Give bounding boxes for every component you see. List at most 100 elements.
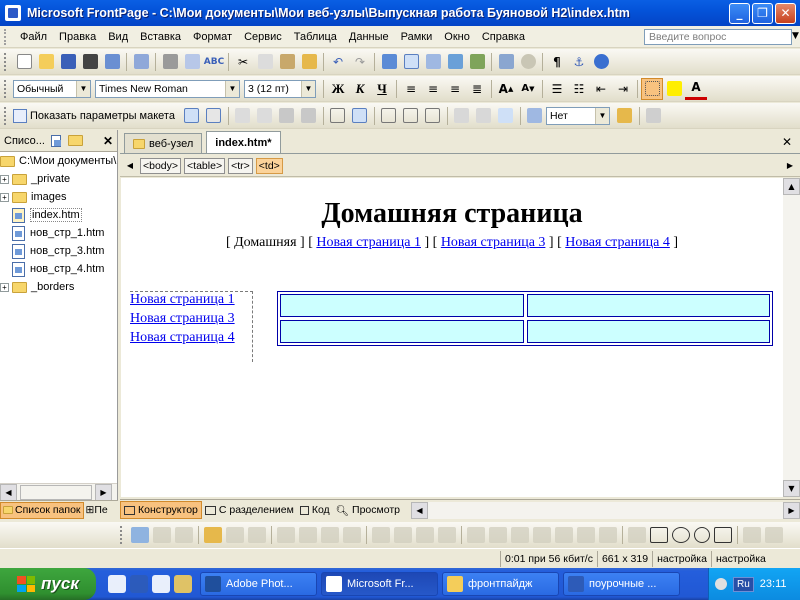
insert-row-button[interactable] bbox=[276, 105, 298, 127]
content-table[interactable] bbox=[277, 291, 773, 346]
position-icon[interactable] bbox=[204, 527, 222, 543]
align-middle-button[interactable] bbox=[400, 105, 422, 127]
chevron-down-icon[interactable]: ▼ bbox=[225, 80, 239, 97]
underline-button[interactable]: Ч bbox=[371, 78, 393, 100]
toolbar-options-button[interactable] bbox=[643, 105, 665, 127]
tree-item-page4[interactable]: нов_стр_4.htm bbox=[0, 260, 117, 278]
increase-indent-button[interactable]: ⇥ bbox=[612, 78, 634, 100]
polygon-icon[interactable] bbox=[714, 527, 732, 543]
decrease-indent-button[interactable]: ⇤ bbox=[590, 78, 612, 100]
scroll-right-icon[interactable]: ▶ bbox=[783, 501, 800, 519]
scroll-right-icon[interactable]: ▶ bbox=[95, 483, 112, 501]
toolbar-grip[interactable] bbox=[4, 52, 10, 71]
show-all-button[interactable]: ¶ bbox=[546, 51, 568, 73]
hyperlink-button[interactable] bbox=[495, 51, 517, 73]
page-canvas[interactable]: Домашняя страница [ Домашняя ] [ Новая с… bbox=[121, 178, 783, 497]
style-select[interactable]: Обычный ▼ bbox=[13, 79, 91, 98]
decrease-font-button[interactable]: A ▼ bbox=[517, 78, 539, 100]
side-link-page4[interactable]: Новая страница 4 bbox=[130, 330, 252, 349]
bevel-icon[interactable] bbox=[577, 527, 595, 543]
scroll-left-icon[interactable]: ◀ bbox=[410, 501, 428, 519]
cell-format-button[interactable] bbox=[614, 105, 636, 127]
align-right-button[interactable]: ≡ bbox=[444, 78, 466, 100]
minimize-button[interactable]: _ bbox=[729, 2, 750, 24]
menu-table[interactable]: Таблица bbox=[288, 31, 343, 43]
tag-body[interactable]: <body> bbox=[140, 157, 182, 174]
chevron-down-icon[interactable]: ▼ bbox=[594, 107, 609, 124]
format-picture-icon[interactable] bbox=[511, 527, 529, 543]
word-icon[interactable] bbox=[130, 575, 148, 593]
select-icon[interactable] bbox=[628, 527, 646, 543]
taskbar-item-folder[interactable]: фронтпайдж bbox=[442, 572, 559, 596]
circle-icon[interactable] bbox=[694, 527, 710, 543]
highlight-button[interactable] bbox=[663, 78, 685, 100]
flip-vertical-icon[interactable] bbox=[343, 527, 361, 543]
ellipse-icon[interactable] bbox=[672, 527, 690, 543]
close-button[interactable]: ✕ bbox=[775, 2, 796, 24]
font-size-select[interactable]: 3 (12 пт) ▼ bbox=[244, 79, 316, 98]
menu-data[interactable]: Данные bbox=[343, 31, 395, 43]
close-icon[interactable]: ✕ bbox=[103, 134, 113, 148]
cell-color-select[interactable]: Нет ▼ bbox=[545, 106, 610, 125]
menu-window[interactable]: Окно bbox=[438, 31, 476, 43]
bookmark-button[interactable]: ⚓ bbox=[568, 51, 590, 73]
less-contrast-icon[interactable] bbox=[394, 527, 412, 543]
color-icon[interactable] bbox=[555, 527, 573, 543]
expand-icon[interactable]: + bbox=[0, 174, 9, 184]
expand-icon[interactable]: + bbox=[0, 282, 9, 292]
nav-link-page1[interactable]: Новая страница 1 bbox=[316, 235, 421, 250]
table-cell[interactable] bbox=[526, 294, 770, 317]
font-select[interactable]: Times New Roman ▼ bbox=[95, 79, 240, 98]
more-brightness-icon[interactable] bbox=[416, 527, 434, 543]
table-cell[interactable] bbox=[280, 320, 524, 343]
toolbar-grip[interactable] bbox=[4, 28, 10, 45]
insert-layer-button[interactable] bbox=[422, 51, 444, 73]
toolbar-grip[interactable] bbox=[4, 79, 10, 98]
drawing-button[interactable] bbox=[466, 51, 488, 73]
chevron-right-icon[interactable]: ▶ bbox=[783, 157, 797, 175]
tree-root[interactable]: C:\Мои документы\Мои веб-узлы\ bbox=[0, 152, 117, 170]
publish-button[interactable] bbox=[101, 51, 123, 73]
tree-item-images[interactable]: + images bbox=[0, 188, 117, 206]
new-folder-icon[interactable] bbox=[67, 135, 83, 146]
tab-folder-list[interactable]: Список папок bbox=[0, 501, 84, 519]
tab-website[interactable]: веб-узел bbox=[124, 133, 203, 153]
align-top-button[interactable] bbox=[378, 105, 400, 127]
help-search-input[interactable]: Введите вопрос bbox=[644, 29, 792, 45]
chevron-left-icon[interactable]: ◀ bbox=[123, 157, 137, 175]
scroll-track[interactable] bbox=[428, 502, 783, 519]
volume-icon[interactable] bbox=[715, 578, 727, 590]
less-brightness-icon[interactable] bbox=[438, 527, 456, 543]
chevron-down-icon[interactable]: ▼ bbox=[76, 80, 90, 97]
justify-button[interactable]: ≣ bbox=[466, 78, 488, 100]
chevron-down-icon[interactable]: ▼ bbox=[301, 80, 315, 97]
new-page-icon[interactable] bbox=[50, 134, 61, 147]
toggle-pane-button[interactable] bbox=[130, 51, 152, 73]
menu-help[interactable]: Справка bbox=[476, 31, 531, 43]
print-button[interactable] bbox=[159, 51, 181, 73]
paste-button[interactable] bbox=[276, 51, 298, 73]
tree-item-private[interactable]: + _private bbox=[0, 170, 117, 188]
frontpage-app-icon[interactable] bbox=[5, 5, 21, 21]
taskbar-item-word[interactable]: поурочные ... bbox=[563, 572, 680, 596]
italic-button[interactable]: К bbox=[349, 78, 371, 100]
scroll-left-icon[interactable]: ◀ bbox=[0, 483, 17, 501]
nav-link-page4[interactable]: Новая страница 4 bbox=[565, 235, 670, 250]
toolbar-grip[interactable] bbox=[4, 106, 10, 125]
save-button[interactable] bbox=[57, 51, 79, 73]
restore-icon[interactable] bbox=[765, 527, 783, 543]
search-button[interactable] bbox=[79, 51, 101, 73]
menu-frames[interactable]: Рамки bbox=[395, 31, 439, 43]
insert-picture-button[interactable] bbox=[444, 51, 466, 73]
new-page-button[interactable] bbox=[13, 51, 35, 73]
cell-props-button[interactable] bbox=[349, 105, 371, 127]
insert-picture-icon[interactable] bbox=[131, 527, 149, 543]
close-document-icon[interactable]: ✕ bbox=[782, 135, 792, 149]
tag-tr[interactable]: <tr> bbox=[228, 157, 253, 174]
page-vertical-scrollbar[interactable]: ▲ ▼ bbox=[783, 178, 800, 497]
text-icon[interactable] bbox=[153, 527, 171, 543]
tag-td[interactable]: <td> bbox=[255, 157, 283, 174]
clock[interactable]: 23:11 bbox=[760, 578, 787, 590]
format-painter-button[interactable] bbox=[298, 51, 320, 73]
autofit-button[interactable] bbox=[495, 105, 517, 127]
